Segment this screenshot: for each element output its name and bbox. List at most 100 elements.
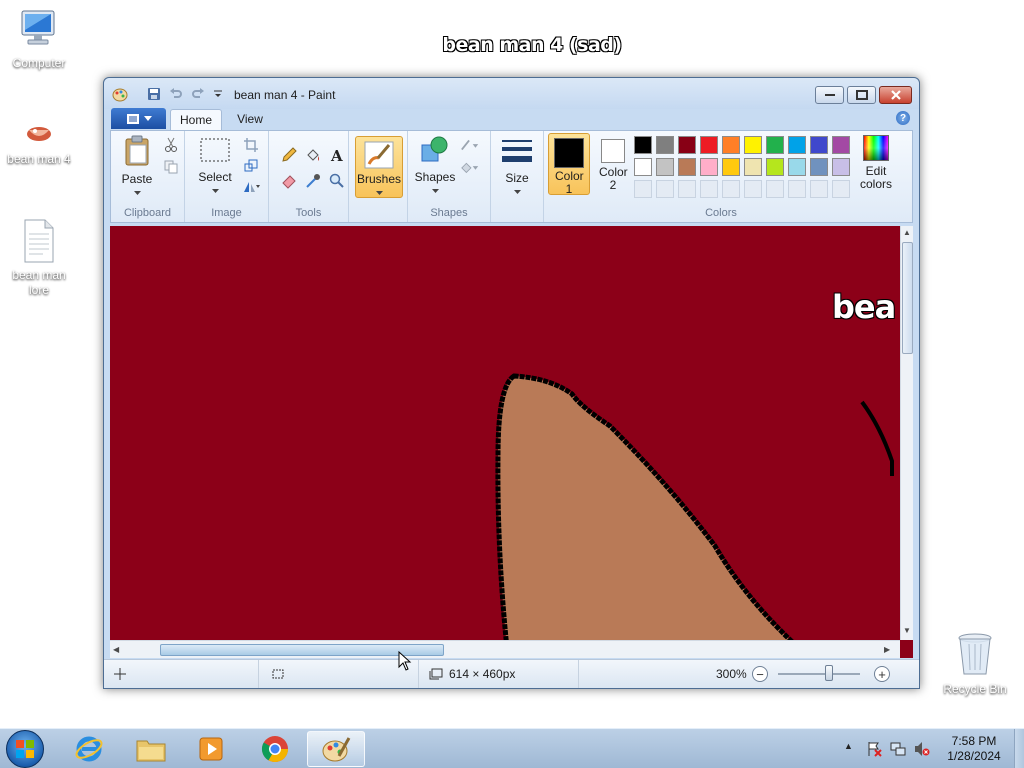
- cut-icon[interactable]: [161, 135, 181, 155]
- network-icon[interactable]: [890, 741, 906, 757]
- color-swatch[interactable]: [744, 158, 762, 176]
- volume-muted-icon[interactable]: [914, 741, 930, 757]
- custom-color-slot[interactable]: [656, 180, 674, 198]
- paint-icon: [322, 737, 351, 762]
- scroll-left-arrow[interactable]: ◀: [113, 645, 119, 654]
- color-swatch[interactable]: [656, 158, 674, 176]
- color-swatch[interactable]: [656, 136, 674, 154]
- select-button[interactable]: Select: [193, 135, 237, 197]
- color-swatch[interactable]: [744, 136, 762, 154]
- color-swatch[interactable]: [832, 158, 850, 176]
- show-desktop-button[interactable]: [1014, 729, 1024, 768]
- color-swatch[interactable]: [766, 158, 784, 176]
- action-center-icon[interactable]: [866, 741, 882, 757]
- save-icon[interactable]: [146, 86, 162, 102]
- desktop-icon-bean-man-4[interactable]: bean man 4: [1, 118, 77, 167]
- taskbar-paint[interactable]: [307, 731, 365, 767]
- vertical-scroll-thumb[interactable]: [902, 242, 913, 354]
- fill-icon[interactable]: [303, 145, 323, 165]
- custom-color-slot[interactable]: [634, 180, 652, 198]
- zoom-slider[interactable]: [778, 673, 860, 675]
- undo-icon[interactable]: [168, 86, 184, 102]
- crop-icon[interactable]: [241, 135, 261, 155]
- title-bar[interactable]: bean man 4 - Paint: [104, 78, 919, 109]
- vertical-scrollbar[interactable]: ▲ ▼: [900, 226, 913, 640]
- clock-time: 7:58 PM: [951, 734, 997, 748]
- paint-menu-button[interactable]: [111, 108, 166, 129]
- mouse-cursor: [398, 651, 412, 671]
- desktop-icon-computer[interactable]: Computer: [1, 8, 77, 71]
- text-icon[interactable]: A: [327, 145, 347, 165]
- custom-color-slot[interactable]: [788, 180, 806, 198]
- recycle-bin-icon: [958, 633, 992, 675]
- scroll-down-arrow[interactable]: ▼: [903, 626, 911, 635]
- redo-icon[interactable]: [190, 86, 206, 102]
- color-swatch[interactable]: [722, 158, 740, 176]
- color-swatch[interactable]: [810, 158, 828, 176]
- color2-button[interactable]: Color 2: [592, 133, 634, 195]
- color-swatch[interactable]: [634, 158, 652, 176]
- color-swatch[interactable]: [678, 158, 696, 176]
- select-icon: [200, 138, 230, 162]
- tab-home[interactable]: Home: [170, 109, 222, 131]
- resize-icon[interactable]: [241, 156, 261, 176]
- magnifier-icon[interactable]: [327, 171, 347, 191]
- scroll-right-arrow[interactable]: ▶: [884, 645, 890, 654]
- shape-fill-icon[interactable]: [460, 157, 480, 177]
- clock[interactable]: 7:58 PM 1/28/2024: [940, 734, 1008, 764]
- color-picker-icon[interactable]: [303, 171, 323, 191]
- color-swatch[interactable]: [766, 136, 784, 154]
- zoom-slider-handle[interactable]: [825, 665, 833, 681]
- tab-view[interactable]: View: [230, 109, 270, 131]
- color-swatch[interactable]: [678, 136, 696, 154]
- custom-color-slot[interactable]: [678, 180, 696, 198]
- color-swatch[interactable]: [722, 136, 740, 154]
- rotate-icon[interactable]: [241, 177, 261, 197]
- color-swatch[interactable]: [634, 136, 652, 154]
- zoom-in-button[interactable]: +: [874, 666, 890, 682]
- size-button[interactable]: Size: [497, 136, 537, 198]
- color-swatch[interactable]: [700, 158, 718, 176]
- maximize-button[interactable]: [847, 86, 876, 104]
- taskbar-media-player[interactable]: [182, 731, 240, 767]
- start-button[interactable]: [6, 730, 44, 768]
- eraser-icon[interactable]: [279, 171, 299, 191]
- color-swatch[interactable]: [788, 136, 806, 154]
- clipboard-group: Paste Clipboard: [111, 131, 185, 222]
- paint-app-icon[interactable]: [112, 86, 128, 102]
- edit-colors-button[interactable]: Edit colors: [856, 135, 896, 191]
- paste-button[interactable]: Paste: [117, 135, 157, 199]
- color-swatch[interactable]: [810, 136, 828, 154]
- paint-window[interactable]: bean man 4 - Paint Home View ? Paste Cli…: [103, 77, 920, 689]
- show-hidden-icons-button[interactable]: ▲: [844, 741, 856, 757]
- custom-color-slot[interactable]: [766, 180, 784, 198]
- color1-button[interactable]: Color 1: [548, 133, 590, 196]
- drawing-canvas[interactable]: bea: [110, 226, 913, 658]
- desktop-icon-recycle-bin[interactable]: Recycle Bin: [937, 630, 1013, 697]
- copy-icon[interactable]: [161, 157, 181, 177]
- custom-color-slot[interactable]: [722, 180, 740, 198]
- zoom-out-button[interactable]: −: [752, 666, 768, 682]
- taskbar-internet-explorer[interactable]: [60, 731, 118, 767]
- custom-color-slot[interactable]: [700, 180, 718, 198]
- custom-color-slot[interactable]: [832, 180, 850, 198]
- help-icon[interactable]: ?: [896, 111, 910, 125]
- horizontal-scrollbar[interactable]: ◀ ▶: [110, 640, 900, 658]
- customize-quick-access-icon[interactable]: [210, 86, 226, 102]
- close-button[interactable]: [879, 86, 912, 104]
- taskbar-file-explorer[interactable]: [122, 731, 180, 767]
- desktop-icon-bean-man-lore[interactable]: bean man lore: [1, 218, 77, 298]
- shapes-button[interactable]: Shapes: [414, 135, 456, 197]
- outline-icon[interactable]: [460, 135, 480, 155]
- color-swatch[interactable]: [832, 136, 850, 154]
- custom-color-slot[interactable]: [810, 180, 828, 198]
- pencil-icon[interactable]: [279, 145, 299, 165]
- svg-text:A: A: [330, 147, 343, 163]
- scroll-up-arrow[interactable]: ▲: [903, 228, 911, 237]
- taskbar-chrome[interactable]: [246, 731, 304, 767]
- color-swatch[interactable]: [788, 158, 806, 176]
- color-swatch[interactable]: [700, 136, 718, 154]
- custom-color-slot[interactable]: [744, 180, 762, 198]
- brushes-button[interactable]: Brushes: [355, 136, 403, 198]
- minimize-button[interactable]: [815, 86, 844, 104]
